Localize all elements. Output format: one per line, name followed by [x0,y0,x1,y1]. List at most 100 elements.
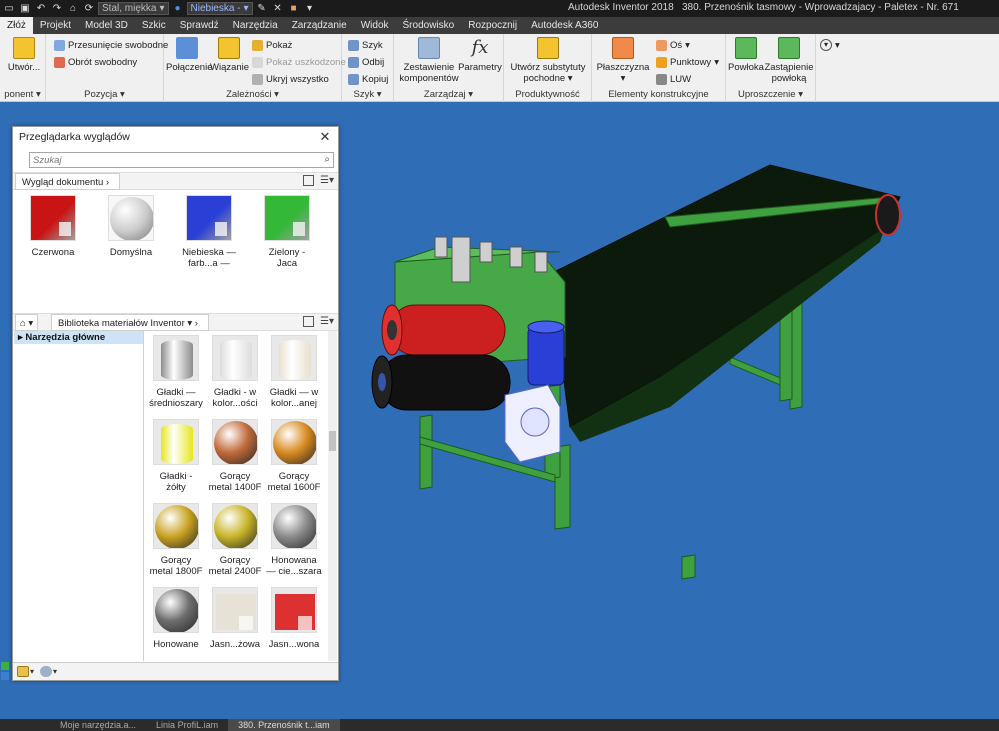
bom-button[interactable]: Zestawienie komponentów [398,37,460,84]
material-swatch[interactable]: Gorący metal 1800F [148,503,204,577]
joint-icon [176,37,198,59]
list-view-icon[interactable]: ☰▾ [320,175,334,186]
constrain-button[interactable]: Wiązanie [210,37,249,73]
material-swatch[interactable]: Jasn...żowa [207,587,263,650]
material-swatch[interactable]: Honowane [148,587,204,650]
library-manage-button[interactable]: ▾ [17,666,34,677]
tab-4[interactable]: Sprawdź [173,17,226,34]
show-sick-label: Pokaż uszkodzone [266,56,346,68]
document-tab[interactable]: Moje narzędzia.a... [50,719,146,731]
pattern-button[interactable]: Szyk [348,38,383,52]
parameters-button[interactable]: fx Parametry [458,37,502,73]
document-tab[interactable]: Linia ProfiL.iam [146,719,228,731]
tool-icon[interactable] [1,662,9,670]
panel-work-features: Płaszczyzna ▾ Oś ▾ Punktowy ▾ LUW Element… [592,34,726,102]
home-button[interactable]: ⌂ ▾ [15,314,39,331]
material-label-1: Gorący [278,471,310,482]
ucs-label: LUW [670,73,692,85]
appearance-swatch[interactable]: Czerwona [23,195,83,258]
library-folder-icon [17,666,29,677]
new-icon[interactable]: ▭ [2,2,16,15]
material-swatch[interactable]: Gorący metal 1600F [266,419,322,493]
shrinkwrap-button[interactable]: Powłoka [728,37,764,73]
toggle-panel-icon[interactable] [303,316,315,327]
scrollbar-thumb[interactable] [329,431,336,451]
tab-6[interactable]: Zarządzanie [285,17,354,34]
library-scrollbar[interactable] [328,331,337,661]
adjust-icon[interactable]: ✎ [255,2,269,15]
chevron-down-icon[interactable]: ▾ [303,2,317,15]
create-substitutes-button[interactable]: Utwórz substytuty pochodne ▾ [506,37,590,84]
hide-all-icon [252,73,263,85]
material-thumbnail [153,587,199,633]
save-icon[interactable]: ▣ [18,2,32,15]
free-move-button[interactable]: Przesunięcie swobodne [54,38,168,52]
tab-2[interactable]: Model 3D [78,17,135,34]
appearance-swatch[interactable]: Zielony - Jaca [257,195,317,269]
material-swatch[interactable]: Gładki - w kolor...ości [207,335,263,409]
shrinkwrap-substitute-button[interactable]: Zastąpienie powłoką [764,37,814,84]
show-sick-icon [252,56,263,68]
material-swatch[interactable]: Gładki — średnioszary [148,335,204,409]
tab-0[interactable]: Złóż [0,17,33,34]
create-appearance-button[interactable]: ▾ [40,666,57,677]
color-fill-icon[interactable]: ■ [287,2,301,15]
joint-button[interactable]: Połączenie [166,37,212,73]
update-icon[interactable]: ⟳ [82,2,96,15]
panel-title-simplification[interactable]: Uproszczenie ▾ [726,88,815,102]
plane-button[interactable]: Płaszczyzna ▾ [596,37,650,84]
ucs-button[interactable]: LUW [656,72,691,86]
copy-button[interactable]: Kopiuj [348,72,388,86]
material-swatch[interactable]: Honowana — cie...szara [266,503,322,577]
material-swatch[interactable]: Gładki — w kolor...anej [266,335,322,409]
material-swatch[interactable]: Gorący metal 2400F [207,503,263,577]
material-dropdown-label: Stal, miękka [102,3,157,14]
document-appearances-crumb[interactable]: Wygląd dokumentu › [15,173,121,190]
tab-9[interactable]: Rozpocznij [461,17,524,34]
tree-item-main-tools[interactable]: ▸ Narzędzia główne [14,331,143,344]
search-icon[interactable]: ⌕ [324,154,330,165]
clear-icon[interactable]: ✕ [271,2,285,15]
tab-5[interactable]: Narzędzia [226,17,285,34]
material-swatch[interactable]: Jasn...wona [266,587,322,650]
tab-8[interactable]: Środowisko [396,17,462,34]
panel-title-pattern[interactable]: Szyk ▾ [342,88,393,102]
panel-title-component[interactable]: ponent ▾ [0,88,45,102]
axis-button[interactable]: Oś ▾ [656,38,690,52]
tab-3[interactable]: Szkic [135,17,173,34]
point-button[interactable]: Punktowy ▾ [656,55,719,69]
appearance-thumbnail [30,195,76,241]
panel-title-position[interactable]: Pozycja ▾ [46,88,163,102]
material-dropdown[interactable]: Stal, miękka ▾ [98,2,169,15]
search-input[interactable] [30,153,315,167]
appearance-swatch[interactable]: Domyślna [101,195,161,258]
document-tab[interactable]: 380. Przenośnik t...iam [228,719,340,731]
mirror-button[interactable]: Odbij [348,55,384,69]
tab-10[interactable]: Autodesk A360 [524,17,605,34]
point-icon [656,56,667,68]
material-swatch[interactable]: Gładki - żółty [148,419,204,493]
material-swatch[interactable]: Gorący metal 1400F [207,419,263,493]
appearance-swatch[interactable]: Niebieska — farb...a — [179,195,239,269]
show-sick-button[interactable]: Pokaż uszkodzone [252,55,346,69]
home-icon[interactable]: ⌂ [66,2,80,15]
create-button[interactable]: Utwór... [6,37,42,73]
appearance-dropdown[interactable]: Niebieska - ▾ [186,2,253,15]
conveyor-model[interactable] [360,157,920,597]
hide-all-button[interactable]: Ukryj wszystko [252,72,329,86]
panel-title-relations[interactable]: Zależności ▾ [164,88,341,102]
ribbon-options-button[interactable]: ▾ ▾ [820,38,840,52]
tab-1[interactable]: Projekt [33,17,78,34]
tab-7[interactable]: Widok [354,17,396,34]
close-icon[interactable]: ✕ [318,129,332,145]
toggle-panel-icon[interactable] [303,175,315,186]
free-rotate-button[interactable]: Obrót swobodny [54,55,137,69]
tool-icon[interactable] [1,672,9,680]
panel-title-manage[interactable]: Zarządzaj ▾ [394,88,503,102]
show-button[interactable]: Pokaż [252,38,292,52]
redo-icon[interactable]: ↷ [50,2,64,15]
library-crumb[interactable]: Biblioteka materiałów Inventor ▾ › [51,314,209,331]
undo-icon[interactable]: ↶ [34,2,48,15]
list-view-icon[interactable]: ☰▾ [320,316,334,327]
chevron-down-icon: ▾ [159,3,165,14]
